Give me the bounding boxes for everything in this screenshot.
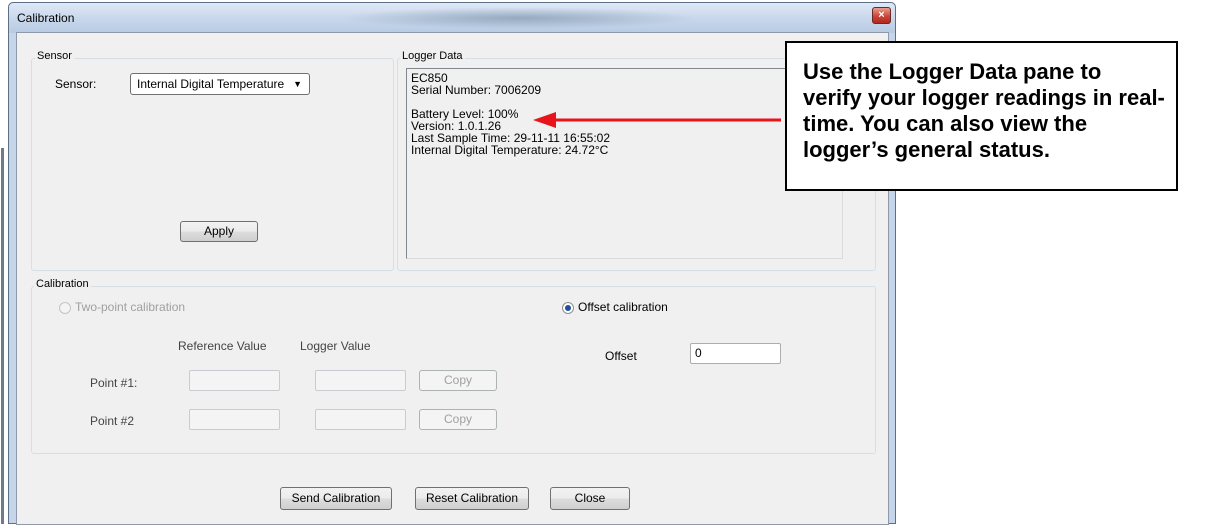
arrow-head-icon	[533, 112, 556, 128]
callout-text: Use the Logger Data pane to verify your …	[803, 59, 1165, 162]
annotation-callout: Use the Logger Data pane to verify your …	[785, 41, 1178, 191]
